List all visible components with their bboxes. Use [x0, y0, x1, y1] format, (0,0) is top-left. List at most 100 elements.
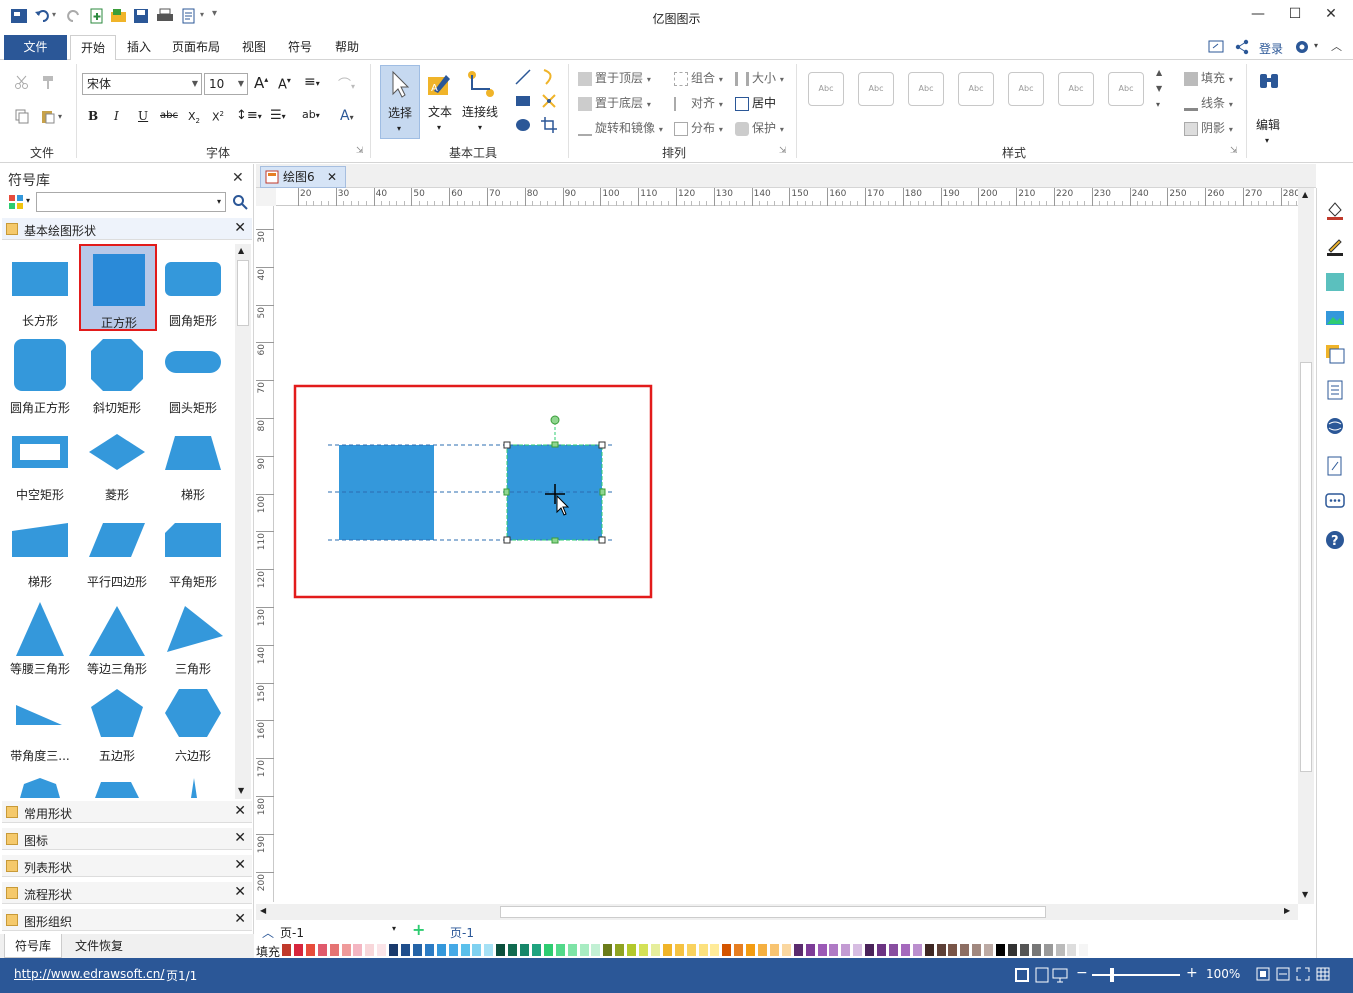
color-swatch[interactable]: [508, 944, 518, 956]
color-swatch[interactable]: [448, 944, 458, 956]
style-thumbnail[interactable]: Abc: [1108, 72, 1144, 106]
decrease-font-icon[interactable]: A▾: [278, 76, 291, 92]
curve-tool-icon[interactable]: [540, 68, 558, 86]
color-swatch[interactable]: [888, 944, 898, 956]
rotate-mirror-button[interactable]: 旋转和镜像 ▾: [578, 119, 663, 136]
color-swatch[interactable]: [674, 944, 684, 956]
style-thumbnail[interactable]: Abc: [858, 72, 894, 106]
font-size-select[interactable]: 10 ▼: [204, 73, 248, 95]
color-swatch[interactable]: [865, 944, 875, 956]
shape-right-trapezoid[interactable]: 梯形: [2, 505, 78, 592]
color-swatch[interactable]: [496, 944, 506, 956]
tab-symbol-library[interactable]: 符号库: [4, 934, 62, 958]
strikethrough-icon[interactable]: abc: [160, 110, 178, 121]
presentation-view-icon[interactable]: [1052, 967, 1068, 983]
copy-icon[interactable]: [14, 108, 30, 124]
menu-page-layout[interactable]: 页面布局: [160, 35, 232, 60]
color-swatches[interactable]: [282, 942, 1316, 958]
fit-page-icon[interactable]: [1256, 967, 1270, 981]
settings-gear-icon[interactable]: [1294, 39, 1310, 55]
color-swatch[interactable]: [627, 944, 637, 956]
scroll-up-icon[interactable]: ▲: [238, 246, 244, 255]
cross-point-tool-icon[interactable]: [540, 92, 558, 110]
document-tab[interactable]: 绘图6 ✕: [260, 166, 346, 188]
shape-equilateral-triangle[interactable]: 等边三角形: [79, 592, 155, 679]
color-swatch[interactable]: [793, 944, 803, 956]
shape-trapezoid[interactable]: 梯形: [155, 418, 231, 505]
color-swatch[interactable]: [769, 944, 779, 956]
shape-triangle[interactable]: 三角形: [155, 592, 231, 679]
color-swatch[interactable]: [984, 944, 994, 956]
bullets-icon[interactable]: ☰▾: [270, 108, 286, 123]
color-swatch[interactable]: [555, 944, 565, 956]
text-tool-button[interactable]: A 文本 ▾: [422, 65, 460, 139]
color-swatch[interactable]: [329, 944, 339, 956]
library-search-input[interactable]: ▾: [36, 192, 226, 212]
color-swatch[interactable]: [567, 944, 577, 956]
color-swatch[interactable]: [805, 944, 815, 956]
color-swatch[interactable]: [758, 944, 767, 956]
color-swatch[interactable]: [829, 944, 839, 956]
settings-dropdown-icon[interactable]: ▾: [1314, 41, 1318, 50]
style-thumbnail[interactable]: Abc: [958, 72, 994, 106]
increase-font-icon[interactable]: A▴: [254, 74, 268, 92]
shape-hollow-rectangle[interactable]: 中空矩形: [2, 418, 78, 505]
scroll-down-icon[interactable]: ▼: [238, 786, 244, 795]
cut-icon[interactable]: [14, 74, 30, 90]
style-scroll-down-icon[interactable]: ▼: [1156, 84, 1162, 93]
font-color-icon[interactable]: A▾: [340, 108, 354, 124]
close-section-icon[interactable]: ✕: [234, 220, 246, 236]
color-swatch[interactable]: [1079, 944, 1089, 956]
color-swatch[interactable]: [293, 944, 303, 956]
zoom-out-icon[interactable]: −: [1076, 965, 1088, 981]
vscroll-up-icon[interactable]: ▲: [1302, 190, 1308, 199]
close-section-icon[interactable]: ✕: [234, 830, 246, 846]
shape-parallelogram[interactable]: 平行四边形: [79, 505, 155, 592]
paste-icon[interactable]: [40, 108, 56, 124]
normal-view-icon[interactable]: [1014, 967, 1030, 983]
color-swatch[interactable]: [948, 944, 958, 956]
shape-diamond[interactable]: 菱形: [79, 418, 155, 505]
shape-square[interactable]: 正方形: [79, 244, 157, 331]
shape-hexagon[interactable]: 六边形: [155, 679, 231, 766]
drawing-canvas[interactable]: [274, 206, 1298, 902]
menu-view[interactable]: 视图: [230, 35, 278, 60]
color-swatch[interactable]: [389, 944, 399, 956]
style-thumbnail[interactable]: Abc: [1008, 72, 1044, 106]
color-swatch[interactable]: [650, 944, 660, 956]
color-swatch[interactable]: [900, 944, 910, 956]
color-swatch[interactable]: [424, 944, 434, 956]
heptagon-shape-icon[interactable]: [10, 774, 70, 798]
color-swatch[interactable]: [1043, 944, 1053, 956]
shape-color-icon[interactable]: [1325, 272, 1345, 292]
grid-toggle-icon[interactable]: [1316, 967, 1330, 981]
hscroll-thumb[interactable]: [500, 906, 1046, 918]
font-family-select[interactable]: 宋体 ▼: [82, 73, 202, 95]
color-swatch[interactable]: [401, 944, 410, 956]
rotation-handle[interactable]: [550, 415, 560, 425]
center-button[interactable]: 居中: [735, 94, 776, 111]
color-swatch[interactable]: [341, 944, 351, 956]
select-tool-button[interactable]: 选择 ▾: [380, 65, 420, 139]
color-swatch[interactable]: [531, 944, 541, 956]
color-swatch[interactable]: [472, 944, 482, 956]
fullscreen-icon[interactable]: [1296, 967, 1310, 981]
comment-icon[interactable]: [1325, 492, 1345, 512]
page-selector[interactable]: 页-1 ▾: [280, 924, 400, 940]
color-swatch[interactable]: [781, 944, 791, 956]
color-swatch[interactable]: [877, 944, 886, 956]
shadow-button[interactable]: 阴影 ▾: [1184, 119, 1233, 136]
line-pen-icon[interactable]: [1325, 236, 1345, 256]
page-tab[interactable]: 页-1: [450, 924, 474, 941]
maximize-icon[interactable]: ☐: [1285, 6, 1305, 24]
style-more-icon[interactable]: ▾: [1156, 100, 1160, 109]
search-dropdown-icon[interactable]: ▾: [217, 197, 221, 206]
spike-shape-icon[interactable]: [163, 774, 223, 798]
image-icon[interactable]: [1325, 308, 1345, 328]
style-thumbnail[interactable]: Abc: [908, 72, 944, 106]
line-style-button[interactable]: 线条 ▾: [1184, 94, 1233, 111]
layers-icon[interactable]: [1325, 344, 1345, 364]
website-link[interactable]: http://www.edrawsoft.cn/: [14, 967, 164, 981]
color-swatch[interactable]: [662, 944, 672, 956]
send-to-back-button[interactable]: 置于底层 ▾: [578, 94, 651, 111]
